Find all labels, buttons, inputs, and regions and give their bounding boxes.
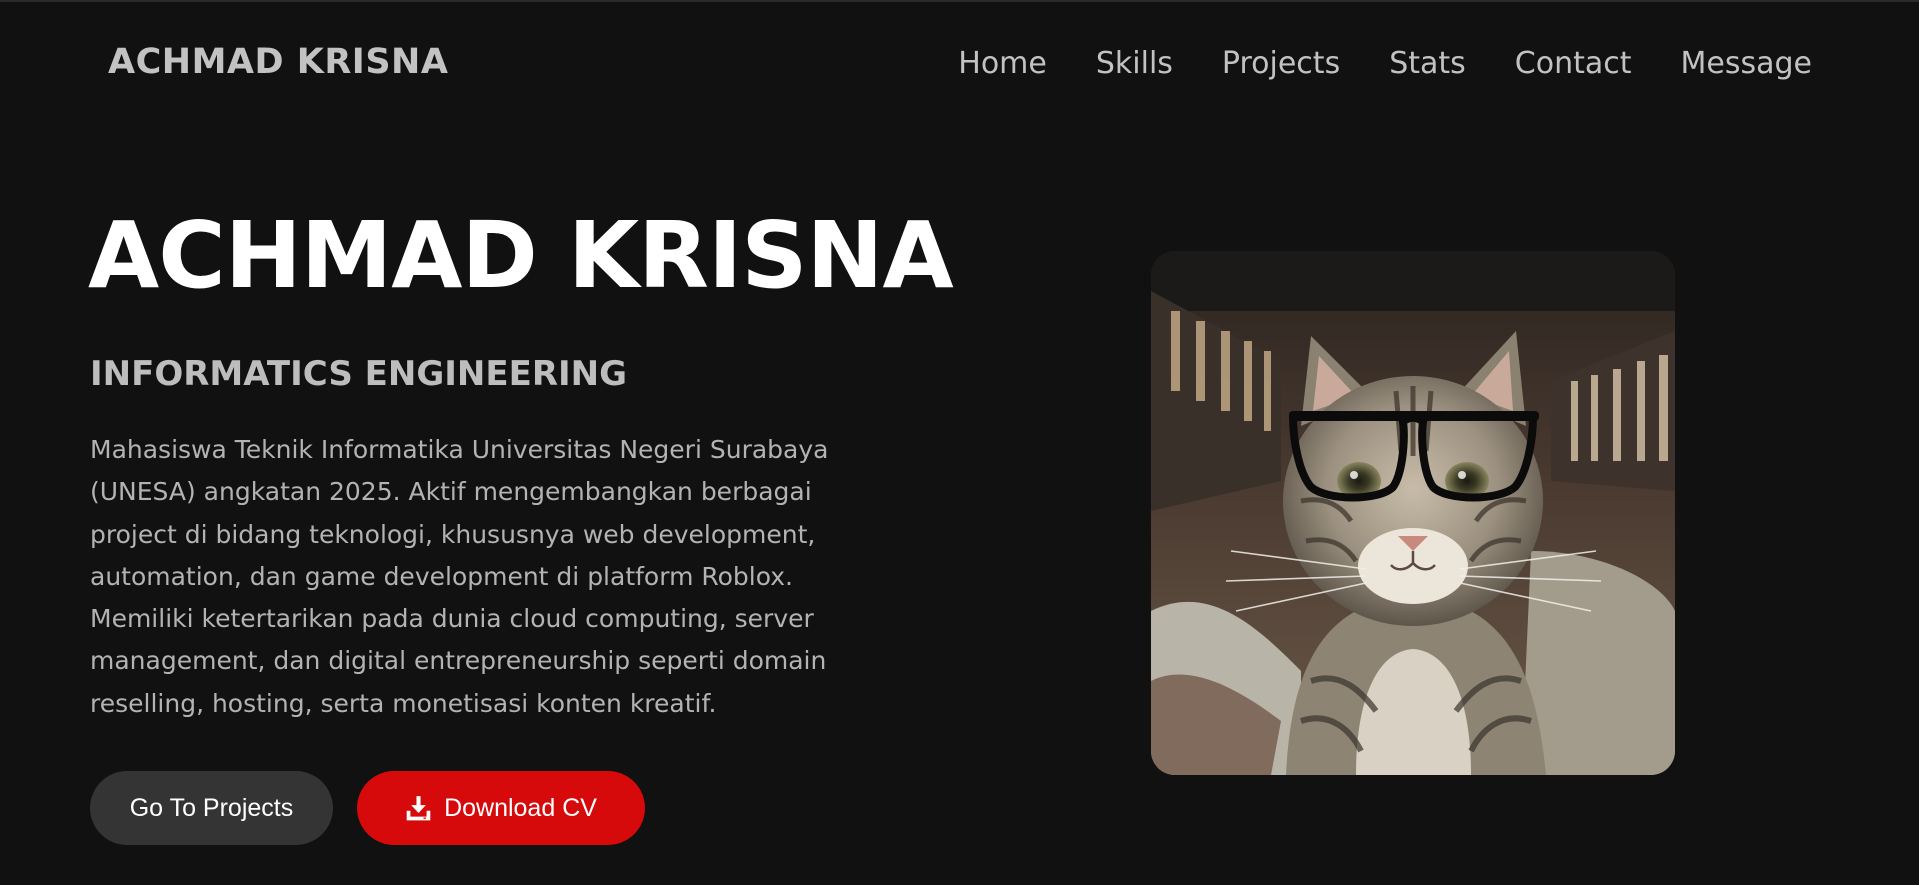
go-to-projects-button[interactable]: Go To Projects [90, 771, 333, 845]
nav-link-home[interactable]: Home [958, 44, 1047, 84]
hero-description: Mahasiswa Teknik Informatika Universitas… [90, 435, 829, 718]
nav-link-projects[interactable]: Projects [1222, 44, 1340, 84]
hero-subtitle: INFORMATICS ENGINEERING [90, 354, 628, 394]
nav-links: Home Skills Projects Stats Contact Messa… [958, 44, 1812, 84]
download-icon [405, 795, 432, 822]
go-to-projects-label: Go To Projects [129, 793, 294, 822]
brand-logo[interactable]: ACHMAD KRISNA [108, 42, 448, 82]
nav-link-message[interactable]: Message [1681, 44, 1812, 84]
navbar: ACHMAD KRISNA Home Skills Projects Stats… [0, 2, 1919, 127]
download-cv-label: Download CV [444, 793, 597, 822]
nav-link-skills[interactable]: Skills [1096, 44, 1173, 84]
hero-title: ACHMAD KRISNA [88, 202, 954, 309]
nav-link-stats[interactable]: Stats [1389, 44, 1466, 84]
nav-link-contact[interactable]: Contact [1515, 44, 1632, 84]
profile-photo [1151, 251, 1675, 775]
download-cv-button[interactable]: Download CV [357, 771, 645, 845]
portfolio-page: ACHMAD KRISNA Home Skills Projects Stats… [0, 0, 1919, 885]
